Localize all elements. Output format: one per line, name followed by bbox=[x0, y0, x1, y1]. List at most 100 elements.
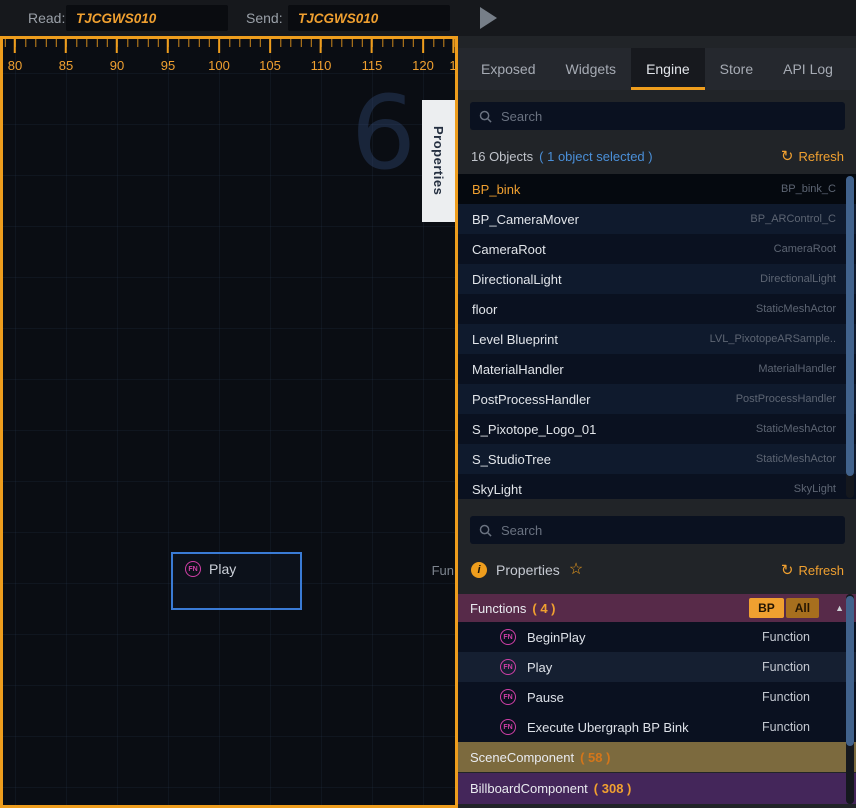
object-row[interactable]: SkyLight SkyLight bbox=[458, 474, 856, 499]
object-name: DirectionalLight bbox=[472, 272, 562, 287]
properties-header: i Properties ☆ ↻ Refresh bbox=[471, 557, 844, 583]
scene-viewport[interactable]: 80 85 90 95 100 105 110 115 120 1 6 Fun … bbox=[0, 36, 458, 808]
function-row[interactable]: FN Play Function bbox=[458, 652, 856, 682]
favorite-star-icon[interactable]: ☆ bbox=[569, 562, 583, 578]
function-name: Execute Ubergraph BP Bink bbox=[527, 720, 689, 735]
object-row[interactable]: MaterialHandler MaterialHandler bbox=[458, 354, 856, 384]
objects-selected-count: ( 1 object selected ) bbox=[539, 149, 652, 164]
object-type: BP_ARControl_C bbox=[750, 213, 842, 225]
clipped-function-text: Fun bbox=[432, 563, 454, 578]
tab-widgets[interactable]: Widgets bbox=[550, 48, 631, 90]
properties-search-input[interactable] bbox=[499, 522, 836, 539]
function-type: Function bbox=[762, 660, 810, 674]
send-label: Send: bbox=[246, 0, 283, 36]
object-type: CameraRoot bbox=[774, 243, 842, 255]
fn-icon: FN bbox=[500, 629, 516, 645]
function-name: BeginPlay bbox=[527, 630, 586, 645]
properties-refresh-button[interactable]: ↻ Refresh bbox=[781, 563, 844, 578]
object-name: S_StudioTree bbox=[472, 452, 551, 467]
function-row[interactable]: FN BeginPlay Function bbox=[458, 622, 856, 652]
object-type: BP_bink_C bbox=[781, 183, 842, 195]
tab-store[interactable]: Store bbox=[705, 48, 768, 90]
properties-scrollbar-thumb[interactable] bbox=[846, 596, 854, 746]
object-name: floor bbox=[472, 302, 497, 317]
stage-number: 6 bbox=[351, 83, 416, 185]
ruler-tick: 95 bbox=[161, 39, 175, 73]
functions-count: ( 4 ) bbox=[532, 601, 555, 616]
refresh-label: Refresh bbox=[798, 563, 844, 578]
object-type: MaterialHandler bbox=[758, 363, 842, 375]
objects-list: BP_bink BP_bink_C BP_CameraMover BP_ARCo… bbox=[458, 174, 856, 499]
functions-group-header[interactable]: Functions ( 4 ) BP All ▲ bbox=[458, 594, 856, 622]
bp-filter-button[interactable]: BP bbox=[749, 598, 784, 618]
objects-scrollbar-thumb[interactable] bbox=[846, 176, 854, 476]
ruler-tick: 85 bbox=[59, 39, 73, 73]
object-type: LVL_PixotopeARSample.. bbox=[710, 333, 842, 345]
object-type: PostProcessHandler bbox=[736, 393, 842, 405]
objects-count: 16 Objects bbox=[471, 149, 533, 164]
collapse-arrow-icon[interactable]: ▲ bbox=[835, 603, 844, 613]
billboardcomponent-label: BillboardComponent bbox=[470, 781, 588, 796]
objects-scrollbar[interactable] bbox=[846, 176, 854, 498]
ruler-tick-partial: 1 bbox=[449, 39, 456, 73]
function-name: Play bbox=[527, 660, 552, 675]
object-type: SkyLight bbox=[794, 483, 842, 495]
object-type: StaticMeshActor bbox=[756, 303, 842, 315]
play-node-header: FN Play bbox=[173, 554, 300, 577]
read-label: Read: bbox=[28, 0, 65, 36]
functions-list: FN BeginPlay Function FN Play Function F… bbox=[458, 622, 856, 742]
object-type: StaticMeshActor bbox=[756, 453, 842, 465]
object-row[interactable]: PostProcessHandler PostProcessHandler bbox=[458, 384, 856, 414]
properties-side-tab[interactable]: Properties bbox=[422, 100, 455, 222]
object-name: Level Blueprint bbox=[472, 332, 558, 347]
object-row[interactable]: CameraRoot CameraRoot bbox=[458, 234, 856, 264]
function-type: Function bbox=[762, 720, 810, 734]
objects-search[interactable] bbox=[470, 102, 845, 130]
tab-api-log[interactable]: API Log bbox=[768, 48, 848, 90]
object-name: BP_bink bbox=[472, 182, 520, 197]
fn-icon: FN bbox=[500, 689, 516, 705]
fn-icon: FN bbox=[500, 719, 516, 735]
scenecomponent-label: SceneComponent bbox=[470, 750, 574, 765]
objects-refresh-button[interactable]: ↻ Refresh bbox=[781, 149, 844, 164]
object-name: PostProcessHandler bbox=[472, 392, 591, 407]
refresh-label: Refresh bbox=[798, 149, 844, 164]
object-row[interactable]: floor StaticMeshActor bbox=[458, 294, 856, 324]
properties-scrollbar[interactable] bbox=[846, 594, 854, 804]
play-function-node[interactable]: FN Play bbox=[171, 552, 302, 610]
function-type: Function bbox=[762, 630, 810, 644]
ruler-tick: 100 bbox=[208, 39, 230, 73]
object-row[interactable]: Level Blueprint LVL_PixotopeARSample.. bbox=[458, 324, 856, 354]
function-row[interactable]: FN Execute Ubergraph BP Bink Function bbox=[458, 712, 856, 742]
objects-search-input[interactable] bbox=[499, 108, 836, 125]
properties-title: Properties bbox=[496, 562, 560, 578]
object-name: CameraRoot bbox=[472, 242, 546, 257]
functions-group-label: Functions bbox=[470, 601, 526, 616]
object-row[interactable]: BP_bink BP_bink_C bbox=[458, 174, 856, 204]
object-row[interactable]: BP_CameraMover BP_ARControl_C bbox=[458, 204, 856, 234]
properties-search[interactable] bbox=[470, 516, 845, 544]
object-row[interactable]: S_Pixotope_Logo_01 StaticMeshActor bbox=[458, 414, 856, 444]
tab-exposed[interactable]: Exposed bbox=[466, 48, 550, 90]
play-button[interactable] bbox=[480, 7, 497, 29]
ruler-tick: 90 bbox=[110, 39, 124, 73]
objects-header: 16 Objects ( 1 object selected ) ↻ Refre… bbox=[471, 144, 844, 168]
billboardcomponent-group-header[interactable]: BillboardComponent ( 308 ) bbox=[458, 773, 856, 804]
all-filter-button[interactable]: All bbox=[786, 598, 819, 618]
tab-engine[interactable]: Engine bbox=[631, 48, 705, 90]
panel-tab-bar: Exposed Widgets Engine Store API Log bbox=[458, 48, 856, 90]
scenecomponent-group-header[interactable]: SceneComponent ( 58 ) bbox=[458, 742, 856, 772]
function-row[interactable]: FN Pause Function bbox=[458, 682, 856, 712]
fn-icon: FN bbox=[185, 561, 201, 577]
function-name: Pause bbox=[527, 690, 564, 705]
read-input[interactable] bbox=[66, 5, 228, 31]
object-row[interactable]: DirectionalLight DirectionalLight bbox=[458, 264, 856, 294]
object-row[interactable]: S_StudioTree StaticMeshActor bbox=[458, 444, 856, 474]
ruler-tick: 115 bbox=[362, 39, 383, 73]
object-name: S_Pixotope_Logo_01 bbox=[472, 422, 596, 437]
search-icon bbox=[479, 110, 492, 123]
object-type: StaticMeshActor bbox=[756, 423, 842, 435]
info-icon: i bbox=[471, 562, 487, 578]
send-input[interactable] bbox=[288, 5, 450, 31]
refresh-icon: ↻ bbox=[781, 149, 794, 164]
